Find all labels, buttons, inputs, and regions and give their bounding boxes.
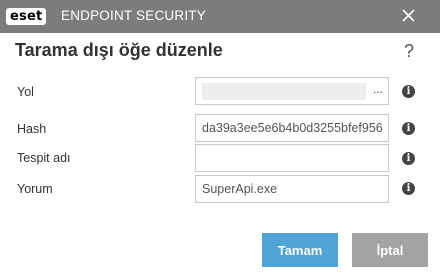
- hash-label: Hash: [17, 122, 47, 136]
- logo-text: eset: [6, 7, 47, 25]
- info-icon-detection[interactable]: i: [402, 152, 415, 165]
- path-value: [202, 83, 366, 100]
- eset-logo: eset: [6, 7, 47, 25]
- detection-name-field[interactable]: [195, 144, 389, 172]
- product-name: ENDPOINT SECURITY: [61, 8, 206, 23]
- path-field[interactable]: ...: [195, 77, 389, 105]
- info-icon-path[interactable]: i: [402, 85, 415, 98]
- title-bar: eset ENDPOINT SECURITY: [0, 0, 440, 33]
- hash-field[interactable]: da39a3ee5e6b4b0d3255bfef956: [195, 114, 389, 142]
- close-button[interactable]: [396, 4, 422, 28]
- dialog-title: Tarama dışı öğe düzenle: [15, 40, 223, 60]
- comment-label: Yorum: [17, 182, 53, 196]
- close-icon: [402, 9, 415, 22]
- info-icon-hash[interactable]: i: [402, 122, 415, 135]
- browse-button[interactable]: ...: [373, 82, 383, 96]
- info-icon-comment[interactable]: i: [402, 182, 415, 195]
- edit-exclusion-dialog: eset ENDPOINT SECURITY Tarama dışı öğe d…: [0, 0, 440, 279]
- comment-field[interactable]: SuperApi.exe: [195, 175, 389, 203]
- help-icon[interactable]: ?: [404, 41, 414, 62]
- detection-name-label: Tespit adı: [17, 151, 71, 165]
- ok-button[interactable]: Tamam: [262, 233, 338, 267]
- path-label: Yol: [17, 85, 34, 99]
- cancel-button[interactable]: İptal: [352, 233, 428, 267]
